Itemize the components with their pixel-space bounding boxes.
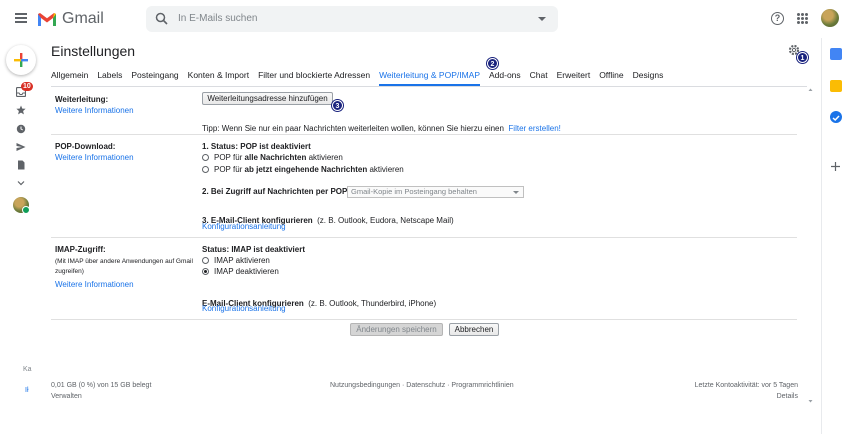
imap-config-guide-link[interactable]: Konfigurationsanleitung <box>202 304 286 313</box>
rail-label-ka[interactable]: Ka <box>23 366 32 373</box>
more-chevron-down-icon[interactable] <box>16 178 26 188</box>
tab-weiterleitung-pop-imap[interactable]: Weiterleitung & POP/IMAP <box>379 67 480 86</box>
pop-status: 1. Status: POP ist deaktiviert <box>202 142 311 151</box>
add-addon-plus-icon[interactable] <box>830 161 841 172</box>
last-account-activity: Letzte Kontoaktivität: vor 5 Tagen <box>694 382 798 389</box>
main-menu-icon[interactable] <box>15 13 27 23</box>
create-filter-link[interactable]: Filter erstellen! <box>508 124 560 133</box>
drafts-icon[interactable] <box>16 160 26 170</box>
step-marker-1: 1 <box>797 52 808 63</box>
gmail-m-icon <box>38 12 56 26</box>
tab-posteingang[interactable]: Posteingang <box>131 67 178 86</box>
side-panel <box>821 38 850 434</box>
tab-filter[interactable]: Filter und blockierte Adressen <box>258 67 370 86</box>
page-title: Einstellungen <box>51 43 136 59</box>
top-bar: Gmail In E-Mails suchen ? <box>0 0 850 38</box>
cancel-button[interactable]: Abbrechen <box>449 323 499 336</box>
imap-more-info-link[interactable]: Weitere Informationen <box>55 280 134 289</box>
section-divider <box>51 237 797 238</box>
pop-new-messages-label[interactable]: POP für ab jetzt eingehende Nachrichten … <box>214 165 404 174</box>
search-options-icon[interactable] <box>538 17 546 21</box>
tab-konten-import[interactable]: Konten & Import <box>188 67 249 86</box>
imap-label: IMAP-Zugriff: <box>55 245 106 254</box>
pop-config-guide-link[interactable]: Konfigurationsanleitung <box>202 222 286 231</box>
tab-designs[interactable]: Designs <box>633 67 664 86</box>
calendar-icon[interactable] <box>830 48 842 60</box>
tab-labels[interactable]: Labels <box>97 67 122 86</box>
forwarding-more-info-link[interactable]: Weitere Informationen <box>55 106 134 115</box>
account-avatar[interactable] <box>821 9 839 27</box>
add-forwarding-address-button[interactable]: Weiterleitungsadresse hinzufügen <box>202 92 333 105</box>
pop-all-messages-label[interactable]: POP für alle Nachrichten aktivieren <box>214 153 343 162</box>
pop-access-select[interactable]: Gmail-Kopie im Posteingang behalten <box>347 186 524 198</box>
search-bar[interactable]: In E-Mails suchen <box>146 6 558 32</box>
search-input[interactable]: In E-Mails suchen <box>178 13 257 24</box>
storage-usage: 0,01 GB (0 %) von 15 GB belegt <box>51 382 152 389</box>
tab-add-ons[interactable]: Add-ons <box>489 67 521 86</box>
hangouts-avatar[interactable] <box>13 197 30 214</box>
inbox-unread-badge: 10 <box>21 82 33 91</box>
apps-grid-icon[interactable] <box>797 13 808 24</box>
search-icon[interactable] <box>155 12 168 25</box>
tab-chat[interactable]: Chat <box>530 67 548 86</box>
plus-icon <box>14 53 28 67</box>
tabs-divider <box>51 86 807 87</box>
step-marker-3: 3 <box>332 100 343 111</box>
starred-icon[interactable] <box>16 105 26 115</box>
app-name: Gmail <box>62 10 104 27</box>
save-changes-button[interactable]: Änderungen speichern <box>350 323 443 336</box>
tab-allgemein[interactable]: Allgemein <box>51 67 88 86</box>
pop-new-messages-radio[interactable] <box>202 166 209 173</box>
section-divider <box>51 319 797 320</box>
pop-all-messages-radio[interactable] <box>202 154 209 161</box>
activity-details-link[interactable]: Details <box>740 393 798 400</box>
settings-tabs: Allgemein Labels Posteingang Konten & Im… <box>51 67 672 86</box>
sent-icon[interactable] <box>16 142 26 152</box>
imap-disable-label[interactable]: IMAP deaktivieren <box>214 267 279 276</box>
snoozed-icon[interactable] <box>16 124 26 134</box>
imap-status: Status: IMAP ist deaktiviert <box>202 245 305 254</box>
pop-more-info-link[interactable]: Weitere Informationen <box>55 153 134 162</box>
tab-erweitert[interactable]: Erweitert <box>557 67 591 86</box>
compose-button[interactable] <box>6 45 36 75</box>
imap-disable-radio[interactable] <box>202 268 209 275</box>
tasks-icon[interactable] <box>830 111 842 123</box>
imap-enable-radio[interactable] <box>202 257 209 264</box>
imap-enable-label[interactable]: IMAP aktivieren <box>214 256 270 265</box>
policy-links[interactable]: Nutzungsbedingungen · Datenschutz · Prog… <box>330 382 514 389</box>
rail-label-phone[interactable]: Ił <box>25 387 29 394</box>
help-icon[interactable]: ? <box>771 12 784 25</box>
section-divider <box>51 134 797 135</box>
scrollbar[interactable] <box>808 88 813 403</box>
manage-storage-link[interactable]: Verwalten <box>51 393 82 400</box>
keep-icon[interactable] <box>830 80 842 92</box>
gmail-logo[interactable]: Gmail <box>37 10 104 28</box>
imap-sublabel: (Mit IMAP über andere Anwendungen auf Gm… <box>55 258 193 275</box>
pop-access-label: 2. Bei Zugriff auf Nachrichten per POP <box>202 187 348 196</box>
forwarding-tip-text: Tipp: Wenn Sie nur ein paar Nachrichten … <box>202 124 504 133</box>
forwarding-label: Weiterleitung: <box>55 95 109 104</box>
pop-label: POP-Download: <box>55 142 116 151</box>
tab-offline[interactable]: Offline <box>599 67 623 86</box>
